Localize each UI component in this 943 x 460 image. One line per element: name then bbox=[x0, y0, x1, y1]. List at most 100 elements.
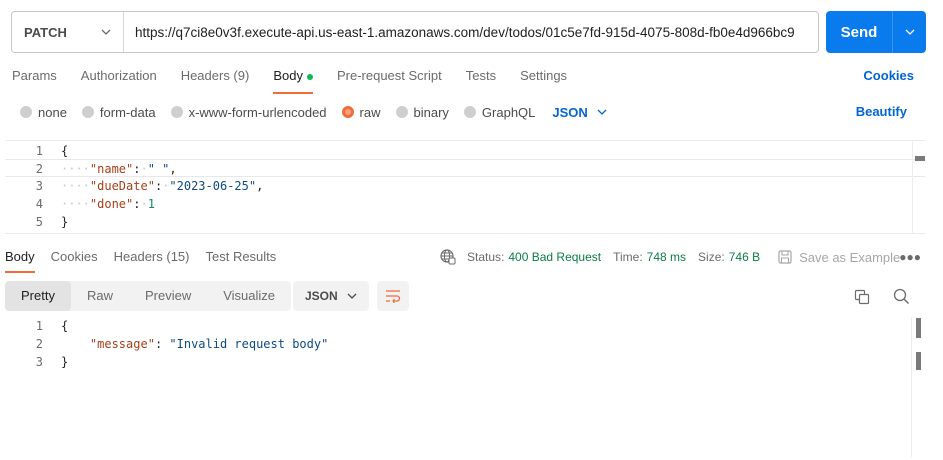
send-options-button[interactable] bbox=[893, 11, 926, 53]
body-type-options: none form-data x-www-form-urlencoded raw… bbox=[20, 104, 607, 120]
tab-body[interactable]: Body bbox=[273, 66, 313, 94]
wrap-lines-button[interactable] bbox=[377, 281, 409, 311]
view-tab-pretty[interactable]: Pretty bbox=[5, 281, 71, 311]
code-text: ····"name":·" ", bbox=[61, 162, 177, 176]
radio-label: binary bbox=[413, 104, 449, 120]
radio-label: GraphQL bbox=[481, 104, 536, 120]
code-text: ····"dueDate":·"2023-06-25", bbox=[61, 179, 264, 193]
radio-none[interactable]: none bbox=[20, 105, 67, 120]
status-label: Status: bbox=[467, 250, 505, 264]
tab-settings[interactable]: Settings bbox=[520, 66, 567, 92]
editor-scrollbar[interactable] bbox=[915, 156, 925, 161]
beautify-button[interactable]: Beautify bbox=[856, 104, 907, 119]
line-number: 3 bbox=[35, 179, 43, 193]
chevron-down-icon bbox=[905, 29, 914, 35]
tab-tests[interactable]: Tests bbox=[466, 66, 496, 92]
tab-test-results[interactable]: Test Results bbox=[205, 249, 276, 273]
modified-indicator-dot bbox=[306, 73, 313, 80]
radio-label: raw bbox=[359, 104, 381, 120]
line-number: 5 bbox=[35, 215, 43, 229]
open-brace: { bbox=[61, 144, 69, 158]
radio-urlencoded[interactable]: x-www-form-urlencoded bbox=[170, 105, 327, 120]
radio-binary[interactable]: binary bbox=[395, 104, 449, 120]
tab-response-headers[interactable]: Headers (15) bbox=[114, 249, 190, 273]
radio-circle bbox=[81, 106, 94, 118]
response-view-tabs: Pretty Raw Preview Visualize bbox=[5, 281, 292, 311]
viewer-scrollbar-marker[interactable] bbox=[916, 318, 921, 338]
line-number: 2 bbox=[35, 337, 43, 351]
radio-graphql[interactable]: GraphQL bbox=[463, 104, 536, 120]
code-line: 3 ····"dueDate":·"2023-06-25", bbox=[5, 177, 925, 195]
save-as-example-label: Save as Example bbox=[799, 249, 901, 265]
chevron-down-icon bbox=[347, 293, 357, 299]
tab-authorization[interactable]: Authorization bbox=[81, 66, 157, 92]
radio-circle bbox=[395, 106, 408, 118]
code-text: } bbox=[61, 213, 68, 231]
radio-raw[interactable]: raw bbox=[341, 104, 381, 120]
save-as-example-button[interactable]: Save as Example bbox=[778, 250, 904, 265]
radio-label: none bbox=[38, 104, 67, 120]
chevron-down-icon bbox=[101, 29, 111, 35]
more-options-icon[interactable]: ●●● bbox=[899, 250, 921, 264]
method-select[interactable]: PATCH bbox=[12, 12, 124, 52]
send-button[interactable]: Send bbox=[826, 11, 893, 53]
search-icon[interactable] bbox=[893, 288, 910, 305]
tab-headers[interactable]: Headers (9) bbox=[181, 66, 250, 92]
request-body-editor[interactable]: 1 { 2 ····"name":·" ", 3 ····"dueDate":·… bbox=[5, 140, 925, 234]
size-label: Size: bbox=[698, 250, 725, 264]
request-tabs: Params Authorization Headers (9) Body Pr… bbox=[12, 66, 591, 94]
url-bar: PATCH bbox=[11, 11, 819, 53]
response-body-viewer[interactable]: 1 { 2 "message": "Invalid request body" … bbox=[5, 317, 915, 457]
tab-params[interactable]: Params bbox=[12, 66, 57, 92]
json-key: "message" bbox=[89, 337, 155, 351]
code-line: 1 { bbox=[5, 317, 915, 335]
code-line: 2 "message": "Invalid request body" bbox=[5, 335, 915, 353]
response-format-select[interactable]: JSON bbox=[293, 281, 369, 311]
view-tab-visualize[interactable]: Visualize bbox=[207, 281, 291, 311]
close-brace: } bbox=[61, 215, 69, 229]
wrap-lines-icon bbox=[386, 290, 401, 303]
globe-icon[interactable] bbox=[440, 249, 456, 265]
code-line: 4 ····"done":·1 bbox=[5, 195, 925, 213]
close-brace: } bbox=[61, 355, 69, 369]
status-value[interactable]: 400 Bad Request bbox=[508, 250, 601, 264]
view-tab-raw[interactable]: Raw bbox=[71, 281, 129, 311]
copy-icon[interactable] bbox=[854, 289, 870, 305]
code-text: "message": "Invalid request body" bbox=[89, 337, 329, 351]
code-line: 3 } bbox=[5, 353, 915, 371]
view-tab-preview[interactable]: Preview bbox=[129, 281, 207, 311]
tab-response-cookies[interactable]: Cookies bbox=[51, 249, 98, 273]
size-value[interactable]: 746 B bbox=[729, 250, 760, 264]
save-icon bbox=[778, 250, 792, 264]
time-value[interactable]: 748 ms bbox=[647, 250, 686, 264]
radio-circle-selected bbox=[341, 106, 354, 118]
chevron-down-icon bbox=[597, 109, 607, 115]
radio-circle bbox=[170, 106, 183, 118]
line-number: 2 bbox=[35, 162, 43, 176]
code-text: { bbox=[61, 317, 68, 335]
body-format-label: JSON bbox=[552, 104, 588, 120]
response-status-bar: Status: 400 Bad Request Time: 748 ms Siz… bbox=[440, 249, 904, 265]
cookies-link[interactable]: Cookies bbox=[863, 68, 914, 83]
json-string: "Invalid request body" bbox=[169, 337, 329, 351]
response-format-label: JSON bbox=[305, 289, 338, 303]
line-number: 3 bbox=[35, 355, 43, 369]
url-input[interactable] bbox=[124, 12, 818, 52]
tab-body-label: Body bbox=[273, 68, 303, 83]
code-text: } bbox=[61, 353, 68, 371]
time-label: Time: bbox=[613, 250, 643, 264]
radio-label: form-data bbox=[99, 104, 156, 120]
method-label: PATCH bbox=[24, 24, 67, 40]
radio-form-data[interactable]: form-data bbox=[81, 104, 156, 120]
response-tabs: Body Cookies Headers (15) Test Results bbox=[5, 249, 292, 273]
code-text: ····"done":·1 bbox=[61, 197, 155, 211]
viewer-scrollbar-marker[interactable] bbox=[916, 352, 921, 370]
editor-divider bbox=[912, 141, 913, 234]
code-line: 5 } bbox=[5, 213, 925, 231]
radio-circle bbox=[463, 106, 476, 118]
json-key: "dueDate" bbox=[89, 179, 155, 193]
tab-response-body[interactable]: Body bbox=[5, 249, 35, 273]
tab-prerequest-script[interactable]: Pre-request Script bbox=[337, 66, 442, 92]
body-format-select[interactable]: JSON bbox=[552, 104, 607, 120]
json-number: 1 bbox=[147, 197, 155, 211]
